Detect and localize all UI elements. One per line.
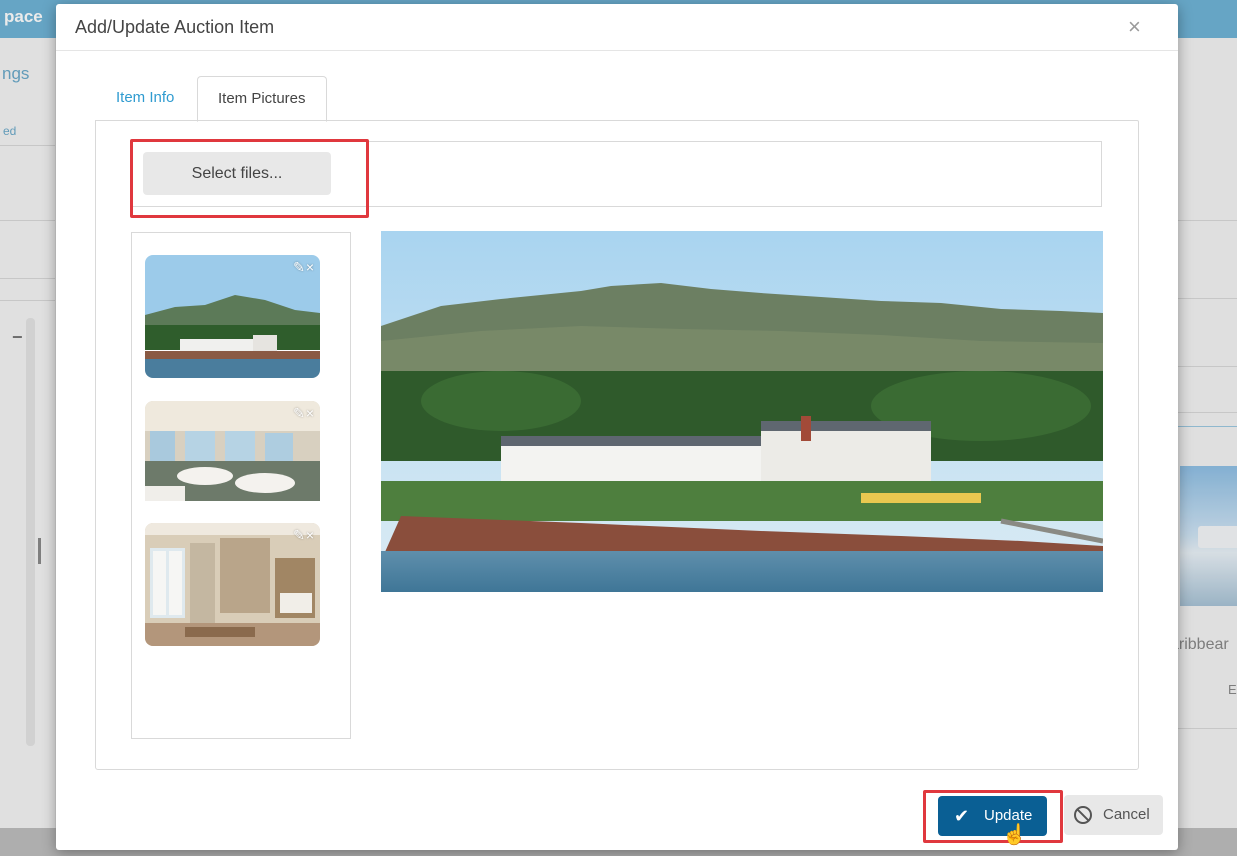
thumbnail-list: ✎× ✎× ✎× [131,232,351,739]
remove-icon[interactable]: × [306,259,314,275]
dialog-header: Add/Update Auction Item × [56,4,1178,51]
cancel-button-label: Cancel [1103,806,1150,823]
main-picture-preview [381,231,1103,592]
close-icon[interactable]: × [1128,14,1141,40]
dialog-title: Add/Update Auction Item [75,17,275,37]
item-pictures-panel: Select files... ✎× ✎× ✎× [95,120,1139,770]
tab-item-info[interactable]: Item Info [96,76,194,120]
thumbnail-guest-room[interactable]: ✎× [145,523,320,646]
thumbnail-dining-room[interactable]: ✎× [145,401,320,524]
thumbnail-actions: ✎× [292,259,314,276]
checkmark-icon: ✔ [954,806,970,826]
tab-item-pictures[interactable]: Item Pictures [197,76,327,122]
remove-icon[interactable]: × [306,527,314,543]
thumbnail-actions: ✎× [292,527,314,544]
update-button[interactable]: ✔ Update [938,796,1047,836]
thumbnail-hotel-exterior[interactable]: ✎× [145,255,320,378]
hotel-aerial-image [381,231,1103,592]
ban-icon [1074,806,1092,824]
highlight-box [130,139,369,218]
hand-cursor-icon: ☝ [1002,824,1027,846]
cancel-button[interactable]: Cancel [1064,795,1163,835]
thumbnail-actions: ✎× [292,405,314,422]
edit-icon[interactable]: ✎ [293,405,305,421]
auction-item-dialog: Add/Update Auction Item × Item Info Item… [56,4,1178,850]
edit-icon[interactable]: ✎ [293,259,305,275]
remove-icon[interactable]: × [306,405,314,421]
edit-icon[interactable]: ✎ [293,527,305,543]
